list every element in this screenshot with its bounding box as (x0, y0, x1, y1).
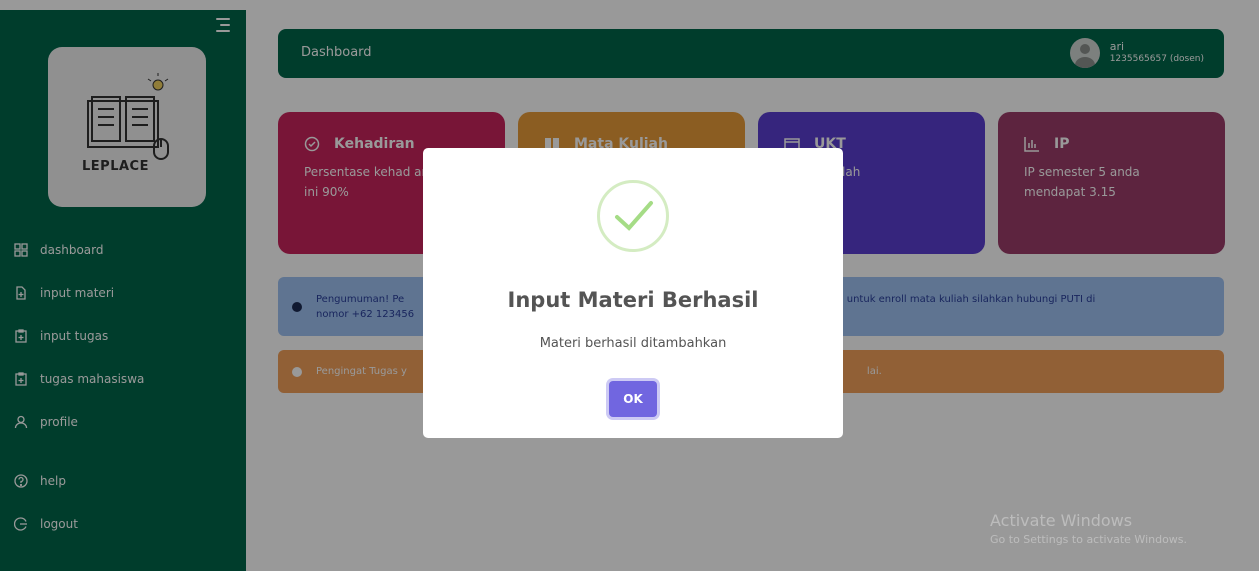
dialog-title: Input Materi Berhasil (507, 288, 759, 312)
dialog-message: Materi berhasil ditambahkan (539, 336, 727, 351)
windows-watermark: Activate Windows Go to Settings to activ… (990, 511, 1187, 546)
success-check-icon (597, 180, 669, 252)
success-dialog: Input Materi Berhasil Materi berhasil di… (423, 148, 843, 438)
watermark-line-1: Activate Windows (990, 511, 1133, 530)
watermark-line-2: Go to Settings to activate Windows. (990, 533, 1188, 546)
ok-button[interactable]: OK (609, 381, 657, 417)
